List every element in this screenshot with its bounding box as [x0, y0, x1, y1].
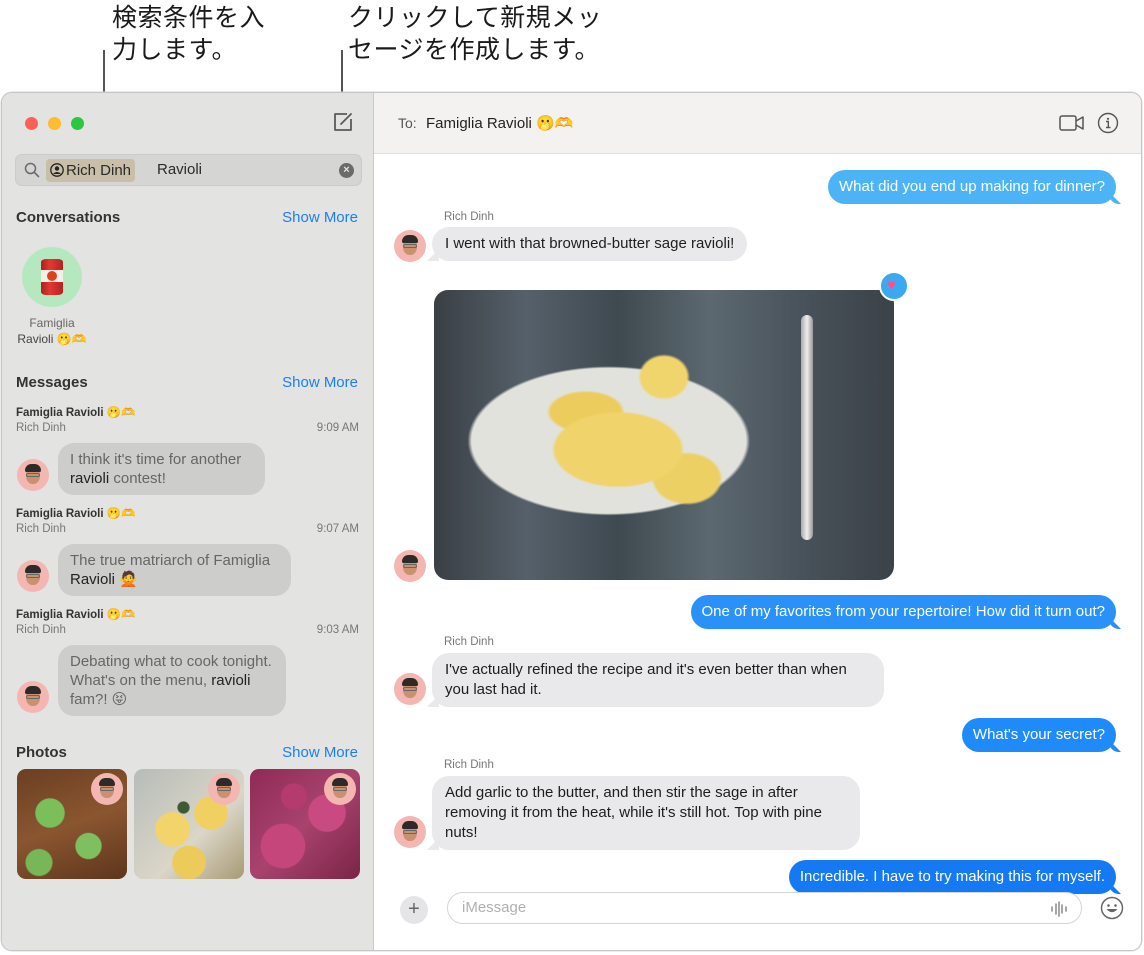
photo-thumbnail[interactable] — [134, 769, 244, 879]
video-camera-icon — [1059, 115, 1084, 131]
result-match-highlight: ravioli — [211, 672, 251, 689]
conversation-name[interactable]: Famiglia Ravioli 🫢🫶 — [12, 315, 92, 347]
avatar — [394, 230, 426, 262]
avatar — [91, 773, 123, 805]
tomato-can-icon — [41, 259, 63, 295]
conversation-pane: To: Famiglia Ravioli 🫢🫶 What did you end… — [374, 93, 1141, 950]
zoom-window-button[interactable] — [71, 117, 84, 130]
result-sender: Rich Dinh — [16, 422, 66, 434]
result-time: 9:09 AM — [316, 422, 359, 434]
to-label: To: — [398, 115, 417, 131]
result-group-name: Famiglia Ravioli 🫢🫶 — [16, 407, 136, 419]
callout-compose-line1: クリックして新規メッ — [348, 3, 603, 32]
compose-button[interactable] — [332, 111, 354, 133]
message-input[interactable] — [462, 899, 1022, 916]
ravioli-photo-message[interactable] — [434, 290, 894, 580]
emoji-picker-icon[interactable] — [1100, 896, 1124, 920]
message-result-bubble[interactable]: Debating what to cook tonight. What's on… — [58, 645, 286, 716]
search-token-person[interactable]: Rich Dinh — [46, 159, 136, 182]
message-sender-label: Rich Dinh — [444, 211, 494, 223]
messages-window: Rich Dinh Ravioli × Conversations Show M… — [1, 92, 1142, 951]
conversation-name-line1: Famiglia — [29, 316, 75, 330]
photos-show-more-link[interactable]: Show More — [282, 744, 358, 761]
conversation-name-line2: Ravioli 🫢🫶 — [17, 332, 87, 346]
facetime-video-button[interactable] — [1059, 114, 1085, 132]
result-text-end: 🙅 — [115, 571, 138, 588]
result-text: I think it's time for another — [70, 451, 242, 468]
callout-compose: クリックして新規メッ セージを作成します。 — [348, 2, 602, 66]
search-field[interactable]: Rich Dinh Ravioli × — [15, 154, 362, 186]
close-window-button[interactable] — [25, 117, 38, 130]
audio-waveform-icon[interactable] — [1049, 901, 1069, 917]
conversations-heading: Conversations — [16, 209, 121, 226]
message-result-bubble[interactable]: I think it's time for another ravioli co… — [58, 443, 265, 495]
tapback-heart-badge[interactable]: ♥ — [879, 271, 909, 301]
search-token-label: Rich Dinh — [66, 162, 132, 179]
result-match-highlight: Ravioli — [70, 571, 116, 588]
search-icon — [24, 162, 40, 178]
search-query-text[interactable]: Ravioli — [157, 161, 202, 178]
avatar — [394, 550, 426, 582]
incoming-message[interactable]: I've actually refined the recipe and it'… — [432, 653, 884, 707]
callout-search-line2: 力します。 — [112, 35, 238, 64]
message-result-header[interactable]: Famiglia Ravioli 🫢🫶 Rich Dinh 9:09 AM — [16, 406, 361, 436]
avatar — [17, 560, 49, 592]
photo-thumbnail[interactable] — [250, 769, 360, 879]
outgoing-message[interactable]: What's your secret? — [961, 718, 1116, 752]
result-sender: Rich Dinh — [16, 624, 66, 636]
message-result-bubble[interactable]: The true matriarch of Famiglia Ravioli 🙅 — [58, 544, 291, 596]
heart-icon: ♥ — [887, 277, 896, 294]
messages-show-more-link[interactable]: Show More — [282, 374, 358, 391]
recipient-name[interactable]: Famiglia Ravioli 🫢🫶 — [426, 114, 573, 132]
avatar — [17, 681, 49, 713]
result-text: The true matriarch of Famiglia — [70, 552, 271, 569]
details-button[interactable] — [1097, 112, 1119, 134]
minimize-window-button[interactable] — [48, 117, 61, 130]
result-time: 9:03 AM — [316, 624, 359, 636]
message-sender-label: Rich Dinh — [444, 759, 494, 771]
avatar — [208, 773, 240, 805]
clear-icon: × — [343, 164, 350, 176]
message-result-header[interactable]: Famiglia Ravioli 🫢🫶 Rich Dinh 9:03 AM — [16, 608, 361, 638]
result-group-name: Famiglia Ravioli 🫢🫶 — [16, 609, 136, 621]
message-sender-label: Rich Dinh — [444, 636, 494, 648]
composer: + — [374, 884, 1141, 950]
result-match-highlight: ravioli — [70, 470, 110, 487]
avatar — [324, 773, 356, 805]
incoming-message[interactable]: I went with that browned-butter sage rav… — [432, 227, 748, 261]
message-result-header[interactable]: Famiglia Ravioli 🫢🫶 Rich Dinh 9:07 AM — [16, 507, 361, 537]
conversation-header: To: Famiglia Ravioli 🫢🫶 — [374, 93, 1141, 154]
clear-search-button[interactable]: × — [339, 163, 354, 178]
result-sender: Rich Dinh — [16, 523, 66, 535]
callout-search: 検索条件を入 力します。 — [112, 2, 265, 66]
outgoing-message[interactable]: What did you end up making for dinner? — [828, 170, 1116, 204]
fork-detail — [801, 315, 813, 540]
callout-compose-line2: セージを作成します。 — [348, 35, 601, 64]
conversation-famiglia-ravioli[interactable] — [22, 247, 82, 307]
person-circle-icon — [50, 163, 64, 177]
outgoing-message[interactable]: One of my favorites from your repertoire… — [690, 595, 1116, 629]
avatar — [394, 673, 426, 705]
avatar — [17, 459, 49, 491]
plus-icon: + — [408, 898, 420, 920]
messages-heading: Messages — [16, 374, 88, 391]
photo-thumbnail[interactable] — [17, 769, 127, 879]
sidebar: Rich Dinh Ravioli × Conversations Show M… — [2, 93, 374, 950]
callout-search-line1: 検索条件を入 — [112, 3, 266, 32]
result-text-end: contest! — [109, 470, 166, 487]
compose-icon — [334, 113, 352, 131]
info-icon — [1097, 112, 1119, 134]
apps-button[interactable]: + — [400, 896, 428, 924]
result-text-end: fam?! 😝 — [70, 691, 128, 708]
conversations-show-more-link[interactable]: Show More — [282, 209, 358, 226]
incoming-message[interactable]: Add garlic to the butter, and then stir … — [432, 776, 860, 850]
avatar — [394, 816, 426, 848]
message-field[interactable] — [447, 892, 1082, 924]
photos-heading: Photos — [16, 744, 67, 761]
result-time: 9:07 AM — [316, 523, 359, 535]
result-group-name: Famiglia Ravioli 🫢🫶 — [16, 508, 136, 520]
